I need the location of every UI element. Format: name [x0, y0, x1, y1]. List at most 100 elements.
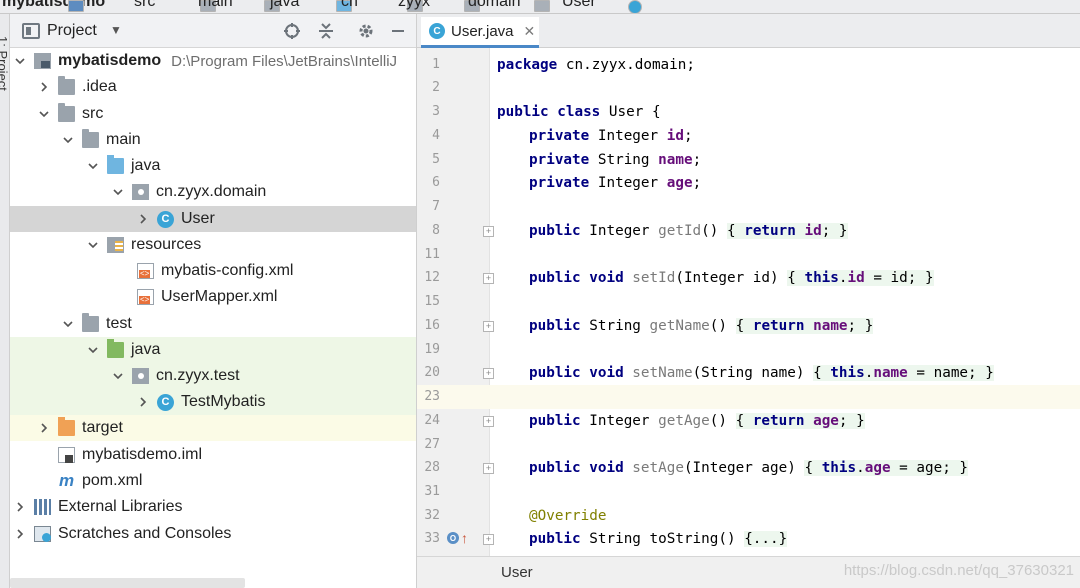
tree-item-label: External Libraries: [58, 498, 183, 515]
chevron-right-icon[interactable]: [137, 212, 149, 226]
chevron-down-icon[interactable]: [38, 107, 50, 121]
chevron-right-icon[interactable]: [137, 395, 149, 409]
tree-item-pom[interactable]: m pom.xml: [10, 468, 416, 494]
breadcrumb-item-java[interactable]: java: [270, 0, 352, 12]
chevron-down-icon[interactable]: [87, 159, 99, 173]
chevron-down-icon[interactable]: [87, 238, 99, 252]
horizontal-scrollbar[interactable]: [10, 578, 245, 588]
fold-expand-icon[interactable]: +: [483, 534, 494, 545]
chevron-down-icon[interactable]: [112, 369, 124, 383]
chevron-down-icon[interactable]: [62, 133, 74, 147]
code-token: ; }: [847, 318, 874, 334]
code-line: 7: [417, 195, 1080, 219]
chevron-right-icon[interactable]: [38, 80, 50, 94]
folded-code-block[interactable]: {...}: [744, 531, 788, 547]
line-number: 16: [424, 318, 440, 333]
breadcrumb-item-domain[interactable]: domain: [468, 0, 550, 12]
code-editor[interactable]: 1 package cn.zyyx.domain; 2 3 public cla…: [417, 48, 1080, 556]
line-number: 33: [424, 531, 440, 546]
close-icon[interactable]: ✕: [524, 23, 536, 40]
tree-item-idea[interactable]: .idea: [10, 74, 416, 100]
code-line: 27: [417, 433, 1080, 457]
code-token: Integer: [580, 413, 659, 429]
project-panel-title[interactable]: Project: [47, 22, 97, 40]
code-token: (): [701, 223, 727, 239]
tab-user-java[interactable]: C User.java ✕: [421, 17, 539, 48]
code-token: setId: [632, 270, 676, 286]
tree-item-label: resources: [131, 236, 202, 253]
excluded-folder-icon: [58, 417, 75, 436]
module-icon: [34, 53, 51, 69]
maven-icon: m: [58, 471, 75, 490]
chevron-down-icon[interactable]: [14, 54, 26, 68]
code-token: id: [666, 128, 684, 144]
breadcrumb-item-user[interactable]: User: [562, 0, 642, 13]
editor-tab-bar: C User.java ✕: [417, 14, 1080, 48]
tree-item-main[interactable]: main: [10, 127, 416, 153]
xml-file-icon: [137, 289, 154, 305]
collapse-icon[interactable]: [316, 21, 336, 41]
chevron-right-icon[interactable]: [14, 500, 26, 514]
chevron-right-icon[interactable]: [38, 421, 50, 435]
xml-file-icon: [137, 263, 154, 279]
code-token: {: [787, 270, 805, 286]
code-line: 8 + public Integer getId() { return id; …: [417, 219, 1080, 243]
fold-expand-icon[interactable]: +: [483, 226, 494, 237]
chevron-right-icon[interactable]: [14, 527, 26, 541]
tree-item-mybatis-config[interactable]: mybatis-config.xml: [10, 258, 416, 284]
code-token: private: [529, 152, 590, 168]
tree-item-scratches[interactable]: Scratches and Consoles: [10, 521, 416, 547]
fold-expand-icon[interactable]: +: [483, 416, 494, 427]
minimize-icon[interactable]: [388, 21, 408, 41]
crosshair-icon[interactable]: [282, 21, 302, 41]
editor-breadcrumb-item[interactable]: User: [501, 564, 533, 581]
tree-item-test-package[interactable]: cn.zyyx.test: [10, 363, 416, 389]
tree-item-src[interactable]: src: [10, 101, 416, 127]
code-token: (Integer age): [683, 460, 805, 476]
tree-item-resources[interactable]: resources: [10, 232, 416, 258]
breadcrumb-item-zyyx[interactable]: zyyx: [398, 0, 480, 12]
tree-item-test[interactable]: test: [10, 311, 416, 337]
code-token: public void: [529, 365, 624, 381]
tree-item-iml[interactable]: mybatisdemo.iml: [10, 442, 416, 468]
fold-expand-icon[interactable]: +: [483, 273, 494, 284]
tree-item-testmybatis[interactable]: C TestMybatis: [10, 389, 416, 415]
breadcrumb-item-cn[interactable]: cn: [341, 0, 423, 12]
chevron-down-icon[interactable]: ▼: [110, 23, 122, 37]
breadcrumb-item-project[interactable]: mybatisdemo: [2, 0, 105, 12]
tree-item-user-class[interactable]: C User: [10, 206, 416, 232]
fold-expand-icon[interactable]: +: [483, 321, 494, 332]
fold-expand-icon[interactable]: +: [483, 463, 494, 474]
code-token: ; }: [821, 223, 848, 239]
code-token: (): [709, 413, 736, 429]
tree-item-target[interactable]: target: [10, 415, 416, 441]
scratches-icon: [34, 526, 51, 542]
project-tool-window-button[interactable]: 1: Project: [0, 36, 9, 91]
code-line: 1 package cn.zyyx.domain;: [417, 53, 1080, 77]
tree-item-java-main[interactable]: java: [10, 153, 416, 179]
code-token: public void: [529, 270, 624, 286]
test-class-icon: C: [157, 393, 174, 411]
tool-window-strip: 1: Project: [0, 14, 10, 588]
chevron-down-icon[interactable]: [87, 343, 99, 357]
override-icon: O: [447, 532, 459, 544]
tree-item-java-test[interactable]: java: [10, 337, 416, 363]
breadcrumb-item-main[interactable]: main: [198, 0, 280, 12]
tree-item-mybatisdemo[interactable]: mybatisdemo D:\Program Files\JetBrains\I…: [10, 48, 416, 74]
line-number: 20: [424, 365, 440, 380]
breadcrumb-item-src[interactable]: src: [134, 0, 216, 12]
line-number: 1: [432, 57, 440, 72]
tree-item-domain-package[interactable]: cn.zyyx.domain: [10, 179, 416, 205]
fold-expand-icon[interactable]: +: [483, 368, 494, 379]
module-icon: [68, 0, 84, 12]
code-token: this: [804, 270, 839, 286]
chevron-down-icon[interactable]: [112, 185, 124, 199]
code-token: @Override: [529, 508, 607, 524]
tree-item-label: java: [131, 157, 161, 174]
line-number: 7: [432, 199, 440, 214]
tree-item-external-libraries[interactable]: External Libraries: [10, 494, 416, 520]
override-marker[interactable]: O ↑: [447, 531, 468, 545]
gear-icon[interactable]: [356, 21, 376, 41]
tree-item-usermapper[interactable]: UserMapper.xml: [10, 284, 416, 310]
chevron-down-icon[interactable]: [62, 317, 74, 331]
